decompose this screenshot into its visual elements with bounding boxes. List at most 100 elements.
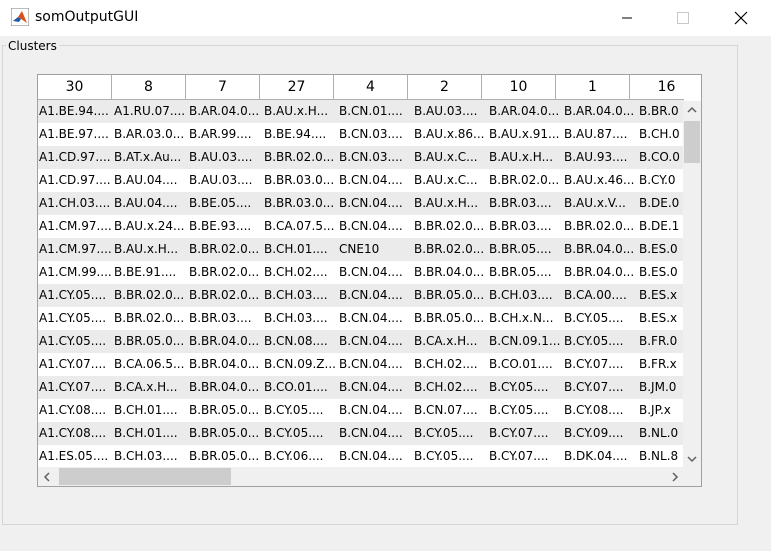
table-cell[interactable]: B.BR.05.0... — [113, 330, 188, 353]
table-cell[interactable]: B.BR.05.... — [488, 238, 563, 261]
column-header[interactable]: 2 — [408, 75, 482, 100]
table-cell[interactable]: B.AR.04.0... — [188, 100, 263, 123]
table-cell[interactable]: B.BR.04.0... — [188, 330, 263, 353]
column-header[interactable]: 30 — [38, 75, 112, 100]
table-cell[interactable]: B.FR.x — [638, 353, 684, 376]
table-cell[interactable]: A1.CH.03.... — [38, 192, 113, 215]
table-cell[interactable]: B.BR.04.0... — [563, 261, 638, 284]
table-cell[interactable]: B.CY.05.... — [263, 422, 338, 445]
column-header[interactable]: 16 — [630, 75, 684, 100]
table-cell[interactable]: B.CH.0 — [638, 123, 684, 146]
table-cell[interactable]: B.AU.03.... — [188, 146, 263, 169]
table-cell[interactable]: B.AU.x.46... — [563, 169, 638, 192]
column-header[interactable]: 8 — [112, 75, 186, 100]
table-cell[interactable]: B.BR.03.... — [488, 215, 563, 238]
column-header[interactable]: 7 — [186, 75, 260, 100]
vertical-scrollbar[interactable] — [683, 101, 701, 468]
table-cell[interactable]: B.BR.02.0... — [413, 238, 488, 261]
scroll-right-button[interactable] — [666, 467, 684, 486]
table-cell[interactable]: B.CH.03.... — [263, 307, 338, 330]
vertical-scroll-thumb[interactable] — [684, 121, 700, 163]
table-cell[interactable]: B.CN.04.... — [338, 422, 413, 445]
table-cell[interactable]: B.CY.05.... — [413, 445, 488, 468]
table-cell[interactable]: B.CY.05.... — [263, 399, 338, 422]
minimize-button[interactable] — [604, 0, 650, 36]
table-cell[interactable]: B.BR.05.0... — [413, 307, 488, 330]
column-header[interactable]: 1 — [556, 75, 630, 100]
table-cell[interactable]: A1.CM.99.... — [38, 261, 113, 284]
table-cell[interactable]: B.CN.04.... — [338, 215, 413, 238]
table-cell[interactable]: A1.CY.07.... — [38, 353, 113, 376]
table-cell[interactable]: B.BR.0 — [638, 100, 684, 123]
table-cell[interactable]: B.AU.04.... — [113, 169, 188, 192]
table-cell[interactable]: B.CY.0 — [638, 169, 684, 192]
table-cell[interactable]: B.AU.x.91... — [488, 123, 563, 146]
table-cell[interactable]: A1.CD.97.... — [38, 169, 113, 192]
close-button[interactable] — [718, 0, 764, 36]
table-cell[interactable]: B.CN.04.... — [338, 169, 413, 192]
table-cell[interactable]: B.CH.02.... — [263, 261, 338, 284]
table-cell[interactable]: B.CN.04.... — [338, 284, 413, 307]
table-cell[interactable]: B.BR.02.0... — [263, 146, 338, 169]
table-cell[interactable]: B.BR.03.... — [488, 192, 563, 215]
table-cell[interactable]: B.CA.x.H... — [413, 330, 488, 353]
table-cell[interactable]: B.BR.02.0... — [113, 284, 188, 307]
table-cell[interactable]: CNE10 — [338, 238, 413, 261]
table-cell[interactable]: B.CH.03.... — [488, 284, 563, 307]
table-cell[interactable]: B.CY.06.... — [263, 445, 338, 468]
table-cell[interactable]: B.BE.05.... — [188, 192, 263, 215]
table-cell[interactable]: B.AR.04.0... — [488, 100, 563, 123]
table-cell[interactable]: B.CH.x.N... — [488, 307, 563, 330]
table-cell[interactable]: B.FR.0 — [638, 330, 684, 353]
table-cell[interactable]: B.JM.0 — [638, 376, 684, 399]
table-cell[interactable]: B.BR.02.0... — [563, 215, 638, 238]
table-cell[interactable]: B.CY.05.... — [488, 399, 563, 422]
table-cell[interactable]: B.AR.99.... — [188, 123, 263, 146]
table-cell[interactable]: B.BR.03.0... — [263, 192, 338, 215]
table-cell[interactable]: B.DK.04.... — [563, 445, 638, 468]
table-cell[interactable]: B.CH.03.... — [113, 445, 188, 468]
table-cell[interactable]: B.CO.01.... — [488, 353, 563, 376]
table-cell[interactable]: B.CN.04.... — [338, 376, 413, 399]
table-cell[interactable]: A1.BE.94.... — [38, 100, 113, 123]
table-cell[interactable]: B.CY.07.... — [488, 445, 563, 468]
table-cell[interactable]: B.CN.04.... — [338, 445, 413, 468]
table-cell[interactable]: A1.CM.97.... — [38, 215, 113, 238]
table-cell[interactable]: B.AU.04.... — [113, 192, 188, 215]
table-cell[interactable]: B.ES.0 — [638, 261, 684, 284]
table-cell[interactable]: B.AU.x.H... — [113, 238, 188, 261]
table-cell[interactable]: B.CO.0 — [638, 146, 684, 169]
table-cell[interactable]: B.BR.02.0... — [113, 307, 188, 330]
table-cell[interactable]: B.AR.04.0... — [563, 100, 638, 123]
table-cell[interactable]: B.CY.07.... — [563, 376, 638, 399]
table-cell[interactable]: A1.CY.05.... — [38, 284, 113, 307]
table-cell[interactable]: B.BR.05.0... — [188, 422, 263, 445]
table-cell[interactable]: A1.RU.07.... — [113, 100, 188, 123]
table-cell[interactable]: B.AU.x.C... — [413, 146, 488, 169]
table-cell[interactable]: B.CN.03.... — [338, 123, 413, 146]
table-cell[interactable]: B.BE.94.... — [263, 123, 338, 146]
table-cell[interactable]: B.CA.07.5... — [263, 215, 338, 238]
table-cell[interactable]: B.BR.02.0... — [413, 215, 488, 238]
horizontal-scroll-thumb[interactable] — [59, 468, 231, 485]
table-cell[interactable]: B.CN.09.Z... — [263, 353, 338, 376]
table-cell[interactable]: B.AU.x.24... — [113, 215, 188, 238]
table-cell[interactable]: B.CN.04.... — [338, 307, 413, 330]
table-cell[interactable]: A1.CY.07.... — [38, 376, 113, 399]
table-cell[interactable]: B.BE.91.... — [113, 261, 188, 284]
table-cell[interactable]: B.CN.08.... — [263, 330, 338, 353]
table-cell[interactable]: B.CY.05.... — [563, 307, 638, 330]
table-cell[interactable]: B.BR.05.0... — [188, 399, 263, 422]
table-cell[interactable]: B.CN.09.1... — [488, 330, 563, 353]
table-cell[interactable]: A1.CM.97.... — [38, 238, 113, 261]
table-cell[interactable]: B.CN.04.... — [338, 330, 413, 353]
table-cell[interactable]: B.CY.05.... — [563, 330, 638, 353]
table-cell[interactable]: B.BR.03.0... — [263, 169, 338, 192]
table-cell[interactable]: B.CO.01.... — [263, 376, 338, 399]
table-cell[interactable]: B.CN.07.... — [413, 399, 488, 422]
scroll-down-button[interactable] — [683, 450, 701, 468]
table-cell[interactable]: B.BR.04.0... — [188, 353, 263, 376]
scroll-up-button[interactable] — [683, 101, 701, 119]
maximize-button[interactable] — [660, 0, 706, 36]
table-cell[interactable]: B.AU.x.H... — [263, 100, 338, 123]
